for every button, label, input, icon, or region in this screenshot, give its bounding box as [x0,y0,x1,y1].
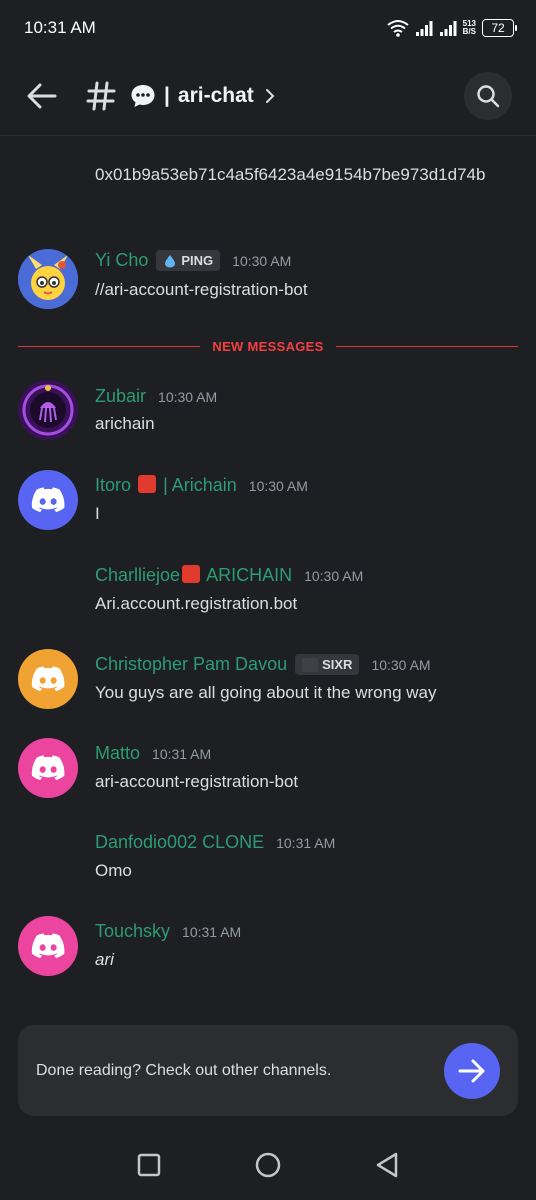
message-header: Zubair 10:30 AM [95,386,217,407]
net-speed-unit: B/S [462,27,476,36]
avatar[interactable] [18,380,78,440]
message-text: arichain [95,414,155,433]
message-text: Omo [95,861,132,880]
channel-separator: | [164,83,170,107]
author-name[interactable]: Itoro | Arichain [95,475,237,496]
divider-line-right [335,345,519,347]
role-tag[interactable]: SIXR [295,654,360,675]
circle-icon [255,1152,281,1178]
new-messages-divider: NEW MESSAGES [18,336,519,356]
avatar[interactable] [18,916,78,976]
author-name-suffix: ARICHAIN [206,565,293,585]
discord-logo-icon [31,933,65,959]
system-nav-bar [0,1130,536,1200]
role-tag[interactable]: PING [156,250,221,271]
jellyfish-avatar-icon [18,380,78,440]
message-header: Touchsky 10:31 AM [95,921,241,942]
net-speed: 513 B/S [463,20,476,36]
channel-title[interactable]: | ari-chat [130,83,276,109]
timestamp: 10:31 AM [182,923,242,940]
red-square-emoji-icon [138,475,157,493]
message-continuation: 0x01b9a53eb71c4a5f6423a4e9154b7be973d1d7… [95,165,486,184]
search-button[interactable] [464,72,512,120]
message-text: Ari.account.registration.bot [95,594,298,613]
arrow-left-icon [27,83,57,108]
author-name[interactable]: Matto [95,743,140,764]
back-button[interactable] [18,72,66,120]
timestamp: 10:30 AM [248,477,308,494]
divider-line-left [18,345,201,347]
speech-bubble-icon [131,84,155,107]
timestamp: 10:30 AM [371,656,431,673]
signal-icon-1 [415,21,433,36]
avatar[interactable] [18,249,78,309]
author-name[interactable]: Touchsky [95,921,170,942]
author-name[interactable]: Christopher Pam Davou [95,654,287,675]
timestamp: 10:30 AM [158,388,218,405]
square-icon [138,1153,161,1177]
discord-logo-icon [31,666,65,692]
message-header: Itoro | Arichain 10:30 AM [95,475,308,496]
avatar[interactable] [18,470,78,530]
hash-icon [86,81,116,110]
timestamp: 10:30 AM [304,567,364,584]
avatar[interactable] [18,738,78,798]
avatar[interactable] [18,649,78,709]
author-name-suffix: | Arichain [163,475,237,495]
timestamp: 10:30 AM [232,252,292,269]
message-header: Matto 10:31 AM [95,743,211,764]
status-icons: 513 B/S 72 [387,19,517,37]
home-button[interactable] [248,1145,288,1185]
message-header: Danfodio002 CLONE 10:31 AM [95,832,335,853]
arrow-right-icon [458,1059,485,1082]
back-nav-button[interactable] [367,1145,407,1185]
discord-logo-icon [31,487,65,513]
signal-icon-2 [439,21,457,36]
cartoon-avatar-icon [18,249,78,309]
chevron-right-icon [265,88,275,103]
message-text: I [95,504,100,523]
message-text: //ari-account-registration-bot [95,280,308,299]
message-text: ari [95,950,114,969]
recents-button[interactable] [129,1145,169,1185]
triangle-back-icon [376,1152,397,1178]
author-name[interactable]: Charlliejoe ARICHAIN [95,565,292,586]
role-tag-label: SIXR [322,657,353,672]
prompt-text: Done reading? Check out other channels. [36,1061,332,1079]
discord-logo-icon [31,755,65,781]
channel-name: ari-chat [177,83,254,107]
wifi-icon [387,20,409,37]
battery-icon: 72 [482,19,517,37]
author-name[interactable]: Zubair [95,386,146,407]
droplet-icon [165,254,176,267]
red-square-emoji-icon [182,565,201,583]
author-name[interactable]: Yi Cho [95,250,148,271]
message-text: ari-account-registration-bot [95,772,299,791]
message-header: Charlliejoe ARICHAIN 10:30 AM [95,565,363,586]
author-name-prefix: Charlliejoe [95,565,181,585]
channel-header: | ari-chat [0,56,536,136]
timestamp: 10:31 AM [152,745,212,762]
author-name[interactable]: Danfodio002 CLONE [95,832,264,853]
author-name-prefix: Itoro [95,475,132,495]
timestamp: 10:31 AM [276,834,336,851]
message-text: You guys are all going about it the wron… [95,683,437,702]
role-tag-icon [302,657,319,672]
status-time: 10:31 AM [24,18,96,37]
next-channel-button[interactable] [444,1042,500,1099]
role-tag-label: PING [181,253,214,268]
message-header: Yi Cho PING 10:30 AM [95,250,291,271]
divider-label: NEW MESSAGES [212,338,324,354]
status-bar: 10:31 AM 513 B/S 72 [0,0,536,56]
message-header: Christopher Pam Davou SIXR 10:30 AM [95,654,431,675]
search-icon [477,85,500,108]
done-reading-prompt[interactable]: Done reading? Check out other channels. [18,1025,518,1116]
battery-level: 72 [491,21,505,35]
